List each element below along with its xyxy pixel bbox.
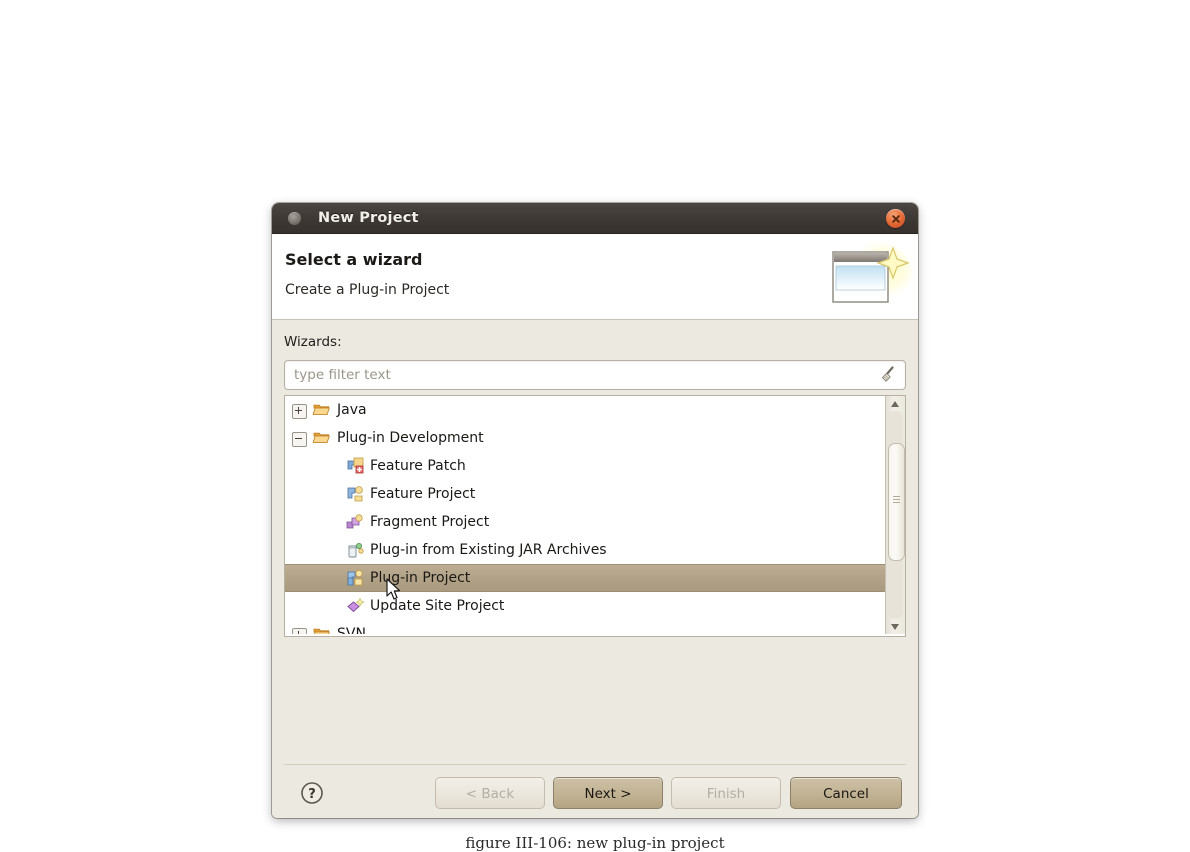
scroll-up-arrow-icon[interactable] [886, 396, 905, 411]
folder-icon [312, 429, 331, 447]
dialog-button-bar: ? < Back Next > Finish Cancel [272, 775, 918, 818]
app-dot-icon [288, 212, 301, 225]
tree-item-label: Java [337, 402, 367, 418]
tree-item-label: Feature Patch [370, 458, 466, 474]
dialog-title: New Project [318, 210, 419, 226]
cancel-button[interactable]: Cancel [790, 777, 902, 809]
finish-button[interactable]: Finish [671, 777, 781, 809]
feature-patch-icon [346, 457, 364, 475]
tree-item-plug-in-development[interactable]: Plug-in Development [285, 424, 886, 452]
tree-item-feature-project[interactable]: Feature Project [285, 480, 886, 508]
back-button[interactable]: < Back [435, 777, 545, 809]
tree-item-update-site-project[interactable]: Update Site Project [285, 592, 886, 620]
tree-item-label: Plug-in Development [337, 430, 484, 446]
expand-icon[interactable] [292, 628, 307, 634]
search-input[interactable]: type filter text [294, 361, 391, 389]
tree-item-fragment-project[interactable]: Fragment Project [285, 508, 886, 536]
dialog-titlebar: New Project [272, 203, 918, 234]
figure-caption: figure III-106: new plug-in project [465, 834, 725, 852]
tree-item-plug-in-from-existing-jar-archives[interactable]: Plug-in from Existing JAR Archives [285, 536, 886, 564]
folder-icon [312, 401, 331, 419]
tree-item-label: Fragment Project [370, 514, 490, 530]
wizard-tree[interactable]: Java Plug-in Development Feature Patch Feat… [284, 395, 906, 637]
wizard-header: Select a wizard Create a Plug-in Project [272, 234, 918, 320]
tree-item-feature-patch[interactable]: Feature Patch [285, 452, 886, 480]
new-project-dialog: New Project Select a wizard Create a Plu… [272, 203, 918, 818]
collapse-icon[interactable] [292, 432, 307, 447]
tree-item-label: Update Site Project [370, 598, 505, 614]
clear-filter-broom-icon[interactable] [879, 365, 898, 385]
tree-item-plug-in-project[interactable]: Plug-in Project [285, 564, 886, 592]
update-site-icon [346, 597, 365, 615]
tree-item-label: Feature Project [370, 486, 476, 502]
svg-text:?: ? [308, 787, 316, 802]
tree-item-label: Plug-in Project [370, 570, 471, 586]
feature-project-icon [346, 485, 364, 503]
help-question-icon[interactable]: ? [300, 781, 324, 805]
tree-item-java[interactable]: Java [285, 396, 886, 424]
wizard-body: Wizards: type filter text Java Plug-in De… [272, 320, 918, 818]
filter-input-wrapper[interactable]: type filter text [284, 360, 906, 390]
wizards-label: Wizards: [284, 334, 342, 350]
wizard-tree-rows[interactable]: Java Plug-in Development Feature Patch Feat… [285, 396, 886, 634]
folder-icon [313, 625, 331, 634]
tree-item-svn[interactable]: SVN [285, 620, 886, 634]
button-separator [284, 764, 906, 765]
new-project-wizard-banner-icon [820, 240, 914, 314]
vertical-scrollbar[interactable] [885, 396, 905, 634]
page-title: Select a wizard [285, 250, 423, 269]
next-button[interactable]: Next > [553, 777, 663, 809]
fragment-project-icon [346, 513, 364, 531]
tree-item-label: Plug-in from Existing JAR Archives [370, 542, 607, 558]
tree-item-label: SVN [337, 626, 366, 634]
scroll-down-arrow-icon[interactable] [886, 619, 905, 634]
expand-icon[interactable] [292, 404, 307, 419]
close-icon[interactable] [886, 209, 905, 228]
scrollbar-thumb[interactable] [888, 443, 905, 561]
page-subtitle: Create a Plug-in Project [285, 282, 450, 298]
plugin-project-icon [346, 569, 364, 587]
jar-plugin-icon [346, 541, 364, 559]
